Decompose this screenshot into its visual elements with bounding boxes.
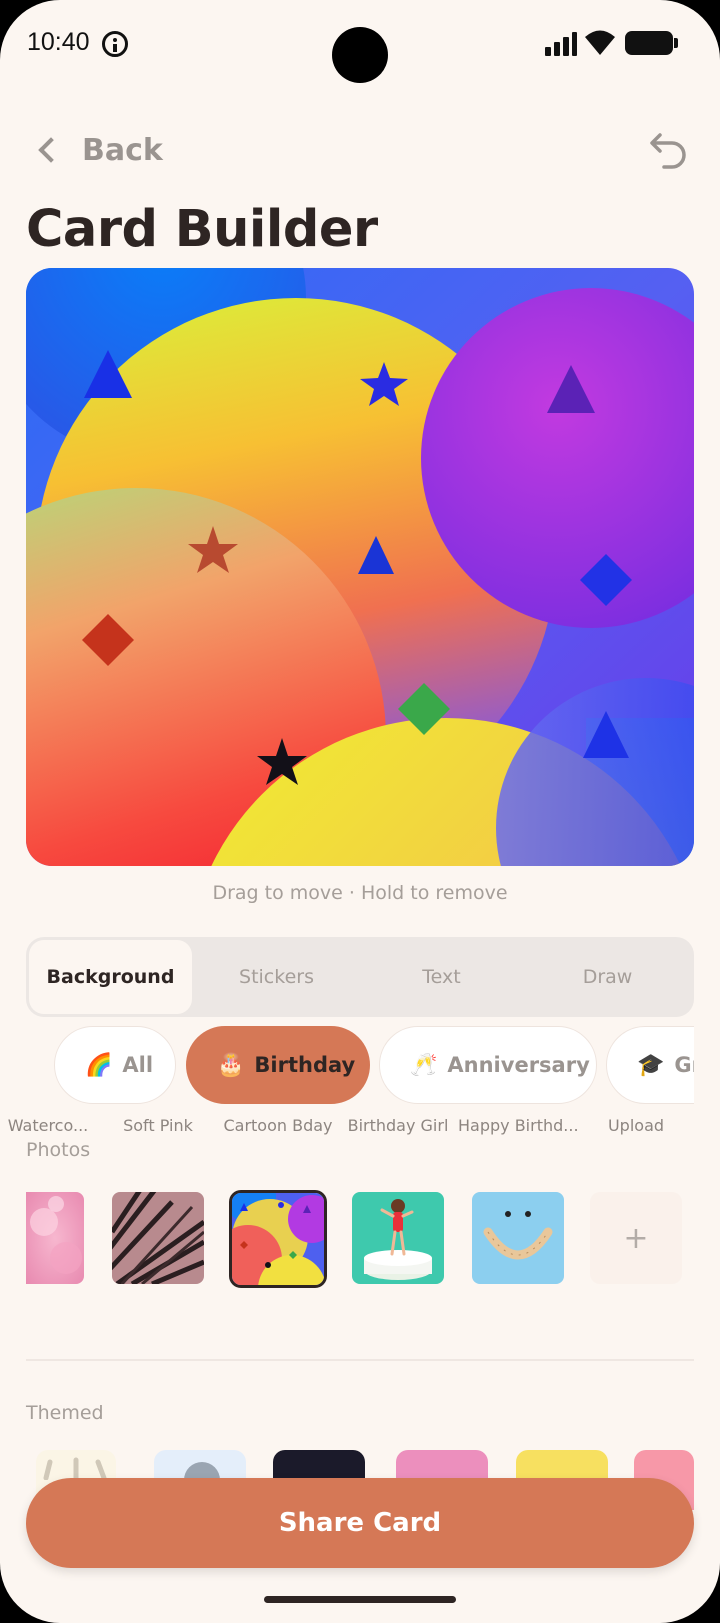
photo-label-birthday-girl: Birthday Girl bbox=[347, 1116, 449, 1135]
chip-graduation[interactable]: 🎓 Gra bbox=[606, 1026, 694, 1104]
status-time: 10:40 bbox=[27, 28, 90, 56]
tab-background[interactable]: Background bbox=[29, 940, 192, 1014]
chip-all[interactable]: 🌈 All bbox=[54, 1026, 176, 1104]
champagne-icon: 🥂 bbox=[410, 1052, 438, 1078]
chip-label: Birthday bbox=[254, 1053, 356, 1077]
camera-cutout bbox=[332, 27, 388, 83]
upload-button[interactable]: + bbox=[590, 1192, 682, 1284]
status-bar: 10:40 bbox=[0, 0, 720, 90]
undo-icon[interactable] bbox=[648, 127, 692, 171]
photo-thumb-birthday-girl[interactable] bbox=[352, 1192, 444, 1284]
category-chips: 🌈 All 🎂 Birthday 🥂 Anniversary 🎓 Gra bbox=[54, 1026, 694, 1106]
wifi-icon bbox=[585, 30, 615, 55]
canvas-hint: Drag to move · Hold to remove bbox=[212, 882, 508, 904]
back-label: Back bbox=[82, 132, 163, 168]
page-title: Card Builder bbox=[26, 200, 378, 259]
chip-label: Anniversary bbox=[447, 1053, 590, 1077]
cake-icon: 🎂 bbox=[217, 1052, 245, 1078]
rainbow-icon: 🌈 bbox=[85, 1052, 113, 1078]
tab-draw[interactable]: Draw bbox=[526, 940, 689, 1014]
chip-anniversary[interactable]: 🥂 Anniversary bbox=[379, 1026, 597, 1104]
app-screen: 10:40 Back Card Builder Drag to move · H… bbox=[0, 0, 720, 1623]
editor-tabs: Background Stickers Text Draw bbox=[26, 937, 694, 1017]
chevron-left-icon bbox=[38, 137, 64, 163]
tab-stickers[interactable]: Stickers bbox=[195, 940, 358, 1014]
info-icon bbox=[102, 31, 128, 57]
home-indicator[interactable] bbox=[264, 1596, 456, 1603]
divider bbox=[26, 1359, 694, 1361]
photo-label-cartoon-bday: Cartoon Bday bbox=[223, 1116, 333, 1135]
signal-icon bbox=[545, 30, 577, 56]
chip-label: All bbox=[122, 1053, 154, 1077]
themed-section-label: Themed bbox=[26, 1402, 104, 1424]
battery-icon bbox=[625, 31, 678, 55]
chip-label: Gra bbox=[674, 1053, 694, 1077]
photo-label-happy-birthday: Happy Birthd... bbox=[458, 1116, 579, 1135]
photo-thumb-cartoon-bday[interactable] bbox=[229, 1190, 327, 1288]
card-canvas[interactable] bbox=[26, 268, 694, 866]
photo-thumb-happy-birthday[interactable] bbox=[472, 1192, 564, 1284]
share-card-button[interactable]: Share Card bbox=[26, 1478, 694, 1568]
upload-label: Upload bbox=[607, 1116, 665, 1135]
photo-label-watercolor: Waterco... bbox=[7, 1116, 89, 1135]
photo-label-soft-pink: Soft Pink bbox=[123, 1116, 193, 1135]
photos-section-label: Photos bbox=[26, 1139, 91, 1161]
chip-birthday[interactable]: 🎂 Birthday bbox=[186, 1026, 370, 1104]
graduation-cap-icon: 🎓 bbox=[637, 1052, 665, 1078]
tab-text[interactable]: Text bbox=[360, 940, 523, 1014]
plus-icon: + bbox=[623, 1220, 649, 1256]
photo-row: + bbox=[26, 1190, 720, 1320]
back-button[interactable]: Back bbox=[36, 125, 163, 175]
photo-thumb-soft-pink[interactable] bbox=[112, 1192, 204, 1284]
photo-thumb-watercolor[interactable] bbox=[26, 1192, 84, 1284]
